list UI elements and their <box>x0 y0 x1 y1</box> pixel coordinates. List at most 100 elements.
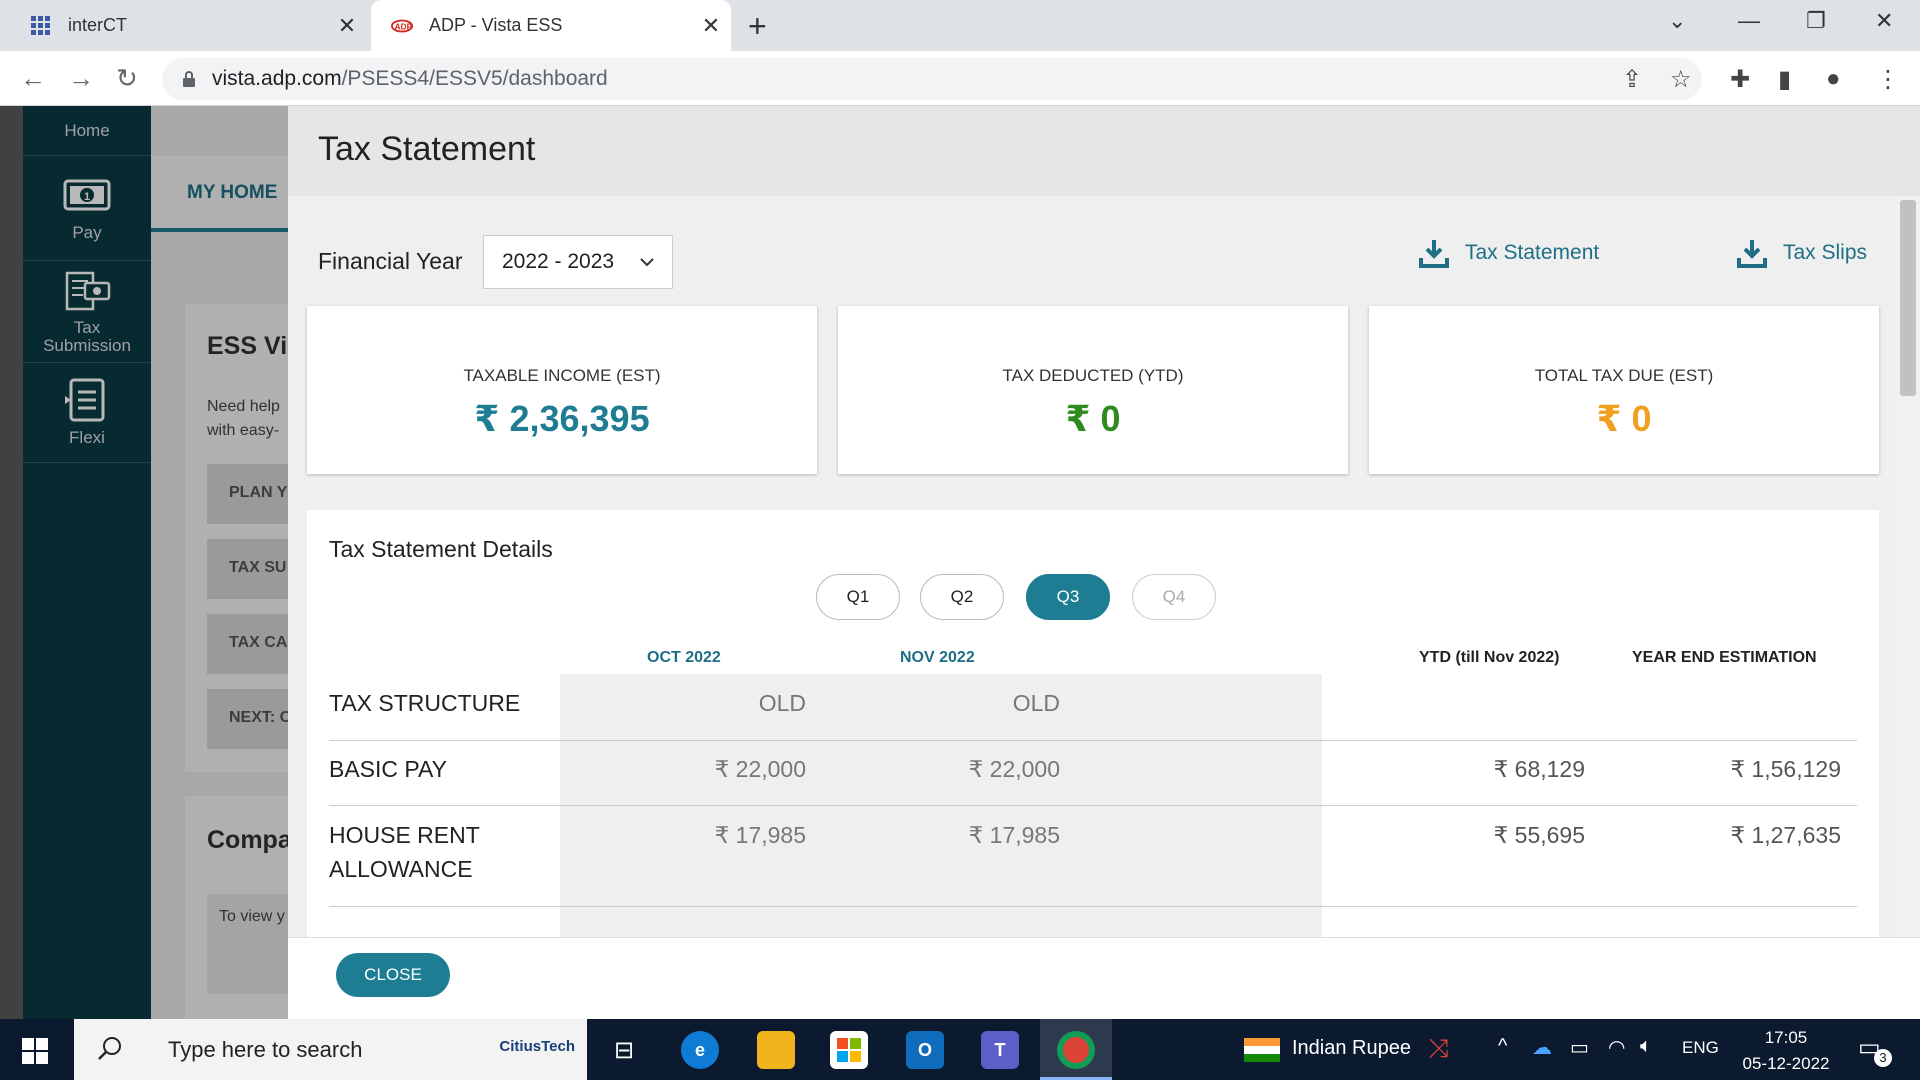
download-label: Tax Statement <box>1465 241 1600 264</box>
close-button[interactable]: CLOSE <box>336 953 450 997</box>
grid-app-icon <box>30 15 52 37</box>
card-text: To view y <box>219 908 285 925</box>
windows-start-icon[interactable] <box>22 1038 48 1064</box>
cell-nov: ₹ 22,000 <box>968 756 1060 782</box>
search-placeholder: Type here to search <box>168 1036 363 1062</box>
stat-label: TAXABLE INCOME (EST) <box>463 366 661 385</box>
download-icon <box>1737 240 1767 268</box>
plan-button[interactable]: PLAN Y <box>207 464 291 524</box>
sidenav-item-pay[interactable]: 1 Pay <box>23 156 151 261</box>
minimize-icon[interactable]: — <box>1738 8 1760 34</box>
profile-avatar-icon[interactable]: ● <box>1826 65 1841 93</box>
quarter-q1-button[interactable]: Q1 <box>816 574 900 620</box>
tab-close-icon[interactable]: ✕ <box>691 13 731 39</box>
tab-title: ADP - Vista ESS <box>429 15 563 35</box>
tab-title: interCT <box>68 15 128 35</box>
quarter-q4-button[interactable]: Q4 <box>1132 574 1216 620</box>
tax-statement-modal: Tax Statement Financial Year 2022 - 2023… <box>288 106 1920 1019</box>
search-icon <box>98 1037 121 1060</box>
stock-trend-icon[interactable]: ⤨ <box>1428 1033 1449 1065</box>
side-panel-icon[interactable]: ▮ <box>1778 65 1791 94</box>
browser-menu-icon[interactable]: ⋮ <box>1876 65 1900 94</box>
table-row <box>329 674 1857 741</box>
windows-taskbar: Type here to search CitiusTech ⊟ e O T I… <box>0 1019 1920 1080</box>
left-edge-strip <box>0 106 23 1019</box>
battery-icon[interactable]: ▭ <box>1570 1035 1589 1060</box>
download-tax-slips-link[interactable]: Tax Slips <box>1737 238 1867 268</box>
next-button[interactable]: NEXT: C <box>207 689 291 749</box>
modal-footer: CLOSE <box>288 937 1920 1019</box>
cell-oct: ₹ 17,985 <box>714 822 806 848</box>
financial-year-label: Financial Year <box>318 248 463 274</box>
volume-icon[interactable]: 🔈︎ <box>1640 1035 1652 1058</box>
url-input[interactable]: vista.adp.com/PSESS4/ESSV5/dashboard <box>162 58 1702 100</box>
card-text: with easy- <box>207 422 280 439</box>
modal-scrollbar[interactable] <box>1896 196 1920 937</box>
cell-year-end: ₹ 1,27,635 <box>1730 822 1841 848</box>
close-window-icon[interactable]: ✕ <box>1875 8 1893 34</box>
edge-browser-icon[interactable]: e <box>681 1031 719 1069</box>
back-icon[interactable]: ← <box>20 63 46 94</box>
download-label: Tax Slips <box>1783 241 1868 264</box>
wifi-icon[interactable]: ◠ <box>1608 1035 1625 1060</box>
scrollbar-thumb[interactable] <box>1900 200 1916 396</box>
currency-widget-label[interactable]: Indian Rupee <box>1292 1037 1411 1060</box>
stat-value: ₹ 2,36,395 <box>474 398 650 439</box>
sidenav-label: Flexi <box>69 427 105 447</box>
financial-year-select[interactable]: 2022 - 2023 <box>483 235 673 289</box>
tax-submission-button[interactable]: TAX SU <box>207 539 291 599</box>
sidenav-item-flexi[interactable]: Flexi <box>23 363 151 463</box>
outlook-icon[interactable]: O <box>906 1031 944 1069</box>
show-hidden-icons-chevron[interactable]: ^ <box>1498 1035 1507 1058</box>
url-host: vista.adp.com <box>212 67 342 90</box>
list-icon <box>65 378 105 421</box>
dashboard-background: MY HOME ESS Vi Need help with easy- PLAN… <box>151 106 291 1019</box>
modal-header: Tax Statement <box>288 106 1920 196</box>
sidenav-item-tax-submission[interactable]: Tax Submission <box>23 261 151 363</box>
file-explorer-icon[interactable] <box>757 1031 795 1069</box>
tax-statement-details: Tax Statement Details Q1 Q2 Q3 Q4 OCT 20… <box>307 510 1879 937</box>
sidenav-item-home[interactable]: Home <box>23 106 151 156</box>
download-tax-statement-link[interactable]: Tax Statement <box>1419 238 1599 268</box>
bookmark-star-icon[interactable]: ☆ <box>1670 65 1692 94</box>
restore-icon[interactable]: ❐ <box>1806 8 1826 34</box>
modal-title: Tax Statement <box>318 130 536 168</box>
details-title: Tax Statement Details <box>329 536 553 562</box>
extensions-icon[interactable]: ✚ <box>1730 65 1750 94</box>
svg-text:1: 1 <box>84 191 90 203</box>
card-text: Need help <box>207 398 280 415</box>
cell-year-end: ₹ 1,56,129 <box>1730 756 1841 782</box>
share-icon[interactable]: ⇪ <box>1622 65 1642 94</box>
row-label-basic-pay: BASIC PAY <box>329 756 448 782</box>
company-card: Compa To view y <box>185 796 291 1019</box>
tax-calculator-button[interactable]: TAX CA <box>207 614 291 674</box>
language-indicator[interactable]: ENG <box>1682 1038 1719 1058</box>
microsoft-store-icon[interactable] <box>830 1031 868 1069</box>
svg-text:ADP: ADP <box>395 22 413 31</box>
stat-label: TOTAL TAX DUE (EST) <box>1534 366 1714 385</box>
tab-adp-vista[interactable]: ADP ADP - Vista ESS ✕ <box>371 0 731 51</box>
reload-icon[interactable]: ↻ <box>116 63 138 94</box>
quarter-q2-button[interactable]: Q2 <box>920 574 1004 620</box>
stat-label: TAX DEDUCTED (YTD) <box>1002 366 1184 385</box>
sidenav-label: Pay <box>72 223 102 242</box>
tab-close-icon[interactable]: ✕ <box>327 13 367 39</box>
system-clock[interactable]: 17:05 05-12-2022 <box>1736 1025 1836 1077</box>
stat-value: ₹ 0 <box>1596 398 1652 439</box>
quarter-q3-button[interactable]: Q3 <box>1026 574 1110 620</box>
card-title: ESS Vi <box>207 332 288 360</box>
onedrive-cloud-icon[interactable]: ☁ <box>1532 1035 1552 1060</box>
task-view-icon[interactable]: ⊟ <box>605 1031 643 1069</box>
taskbar-search-box[interactable]: Type here to search CitiusTech <box>74 1019 587 1080</box>
tab-search-chevron-icon[interactable]: ⌄ <box>1668 8 1686 34</box>
adp-logo-icon: ADP <box>391 15 413 37</box>
forward-icon[interactable]: → <box>68 63 94 94</box>
tab-interct[interactable]: interCT ✕ <box>0 0 367 51</box>
new-tab-button[interactable]: + <box>748 8 767 45</box>
teams-icon[interactable]: T <box>981 1031 1019 1069</box>
modal-body: Financial Year 2022 - 2023 Tax Statement… <box>288 196 1896 937</box>
tab-my-home[interactable]: MY HOME <box>151 156 291 232</box>
chrome-icon[interactable] <box>1057 1031 1095 1069</box>
column-header-oct: OCT 2022 <box>647 649 721 666</box>
tax-doc-icon <box>65 271 111 310</box>
